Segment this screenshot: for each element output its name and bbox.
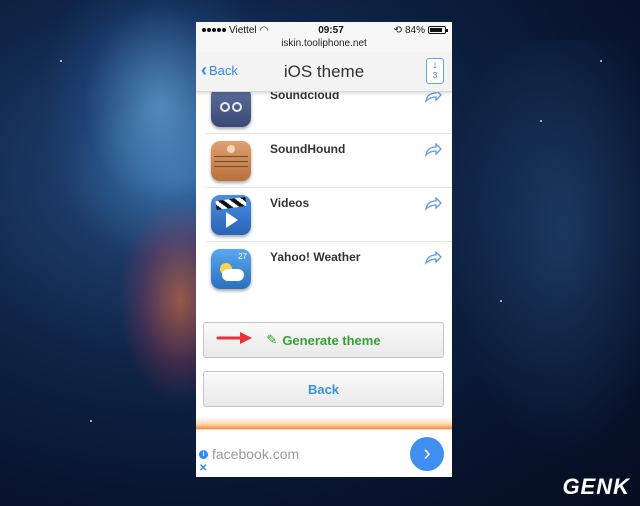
app-name: SoundHound [270,142,346,156]
background-nebula-right [450,40,640,460]
ad-text[interactable]: facebook.com [212,446,299,462]
share-icon[interactable] [424,197,442,211]
battery-icon [428,26,448,34]
status-bar: Viettel ◠ 09:57 ⟲ 84% [196,22,452,38]
info-icon[interactable]: i [199,450,208,459]
pointer-arrow-icon [216,332,252,344]
url-bar[interactable]: iskin.tooliphone.net [196,38,452,52]
weather-badge: 27 [238,252,247,261]
soundhound-icon [211,141,251,181]
share-icon[interactable] [424,143,442,157]
carrier-label: Viettel [229,24,257,36]
list-item[interactable]: 27 Yahoo! Weather [206,242,452,296]
app-list: Soundcloud SoundHound Videos 27 Yahoo! W… [196,71,452,296]
ad-divider [196,417,452,429]
list-item[interactable]: Videos [206,188,452,242]
battery-percent: 84% [404,24,425,36]
generate-theme-label: Generate theme [282,332,381,348]
close-icon[interactable]: ✕ [199,463,207,474]
yahoo-weather-icon: 27 [211,249,251,289]
app-name: Yahoo! Weather [270,250,361,264]
soundcloud-icon [211,87,251,127]
download-icon[interactable]: ↓ 3 [426,58,444,84]
page-title: iOS theme [283,61,365,81]
ad-banner[interactable]: i ✕ facebook.com › [196,429,452,477]
arrow-right-icon[interactable]: › [410,437,444,471]
nav-back-button[interactable]: ‹ Back [201,60,238,80]
nav-bar: ‹ Back iOS theme ↓ 3 [196,52,452,92]
magic-wand-icon: ✎ [266,332,278,347]
nav-back-label: Back [209,62,238,78]
phone-screen: Viettel ◠ 09:57 ⟲ 84% iskin.tooliphone.n… [196,22,452,477]
download-count: 3 [432,71,438,80]
status-time: 09:57 [318,24,344,36]
list-item[interactable]: SoundHound [206,134,452,188]
share-icon[interactable] [424,251,442,265]
wifi-icon: ◠ [259,24,269,36]
orientation-lock-icon: ⟲ [393,24,402,36]
signal-icon [202,28,226,32]
chevron-left-icon: ‹ [201,60,207,80]
app-name: Videos [270,196,310,210]
arrow-down-icon: ↓ [432,59,438,71]
videos-icon [211,195,251,235]
genk-logo: GENK [562,474,630,499]
back-button[interactable]: Back [203,371,444,407]
